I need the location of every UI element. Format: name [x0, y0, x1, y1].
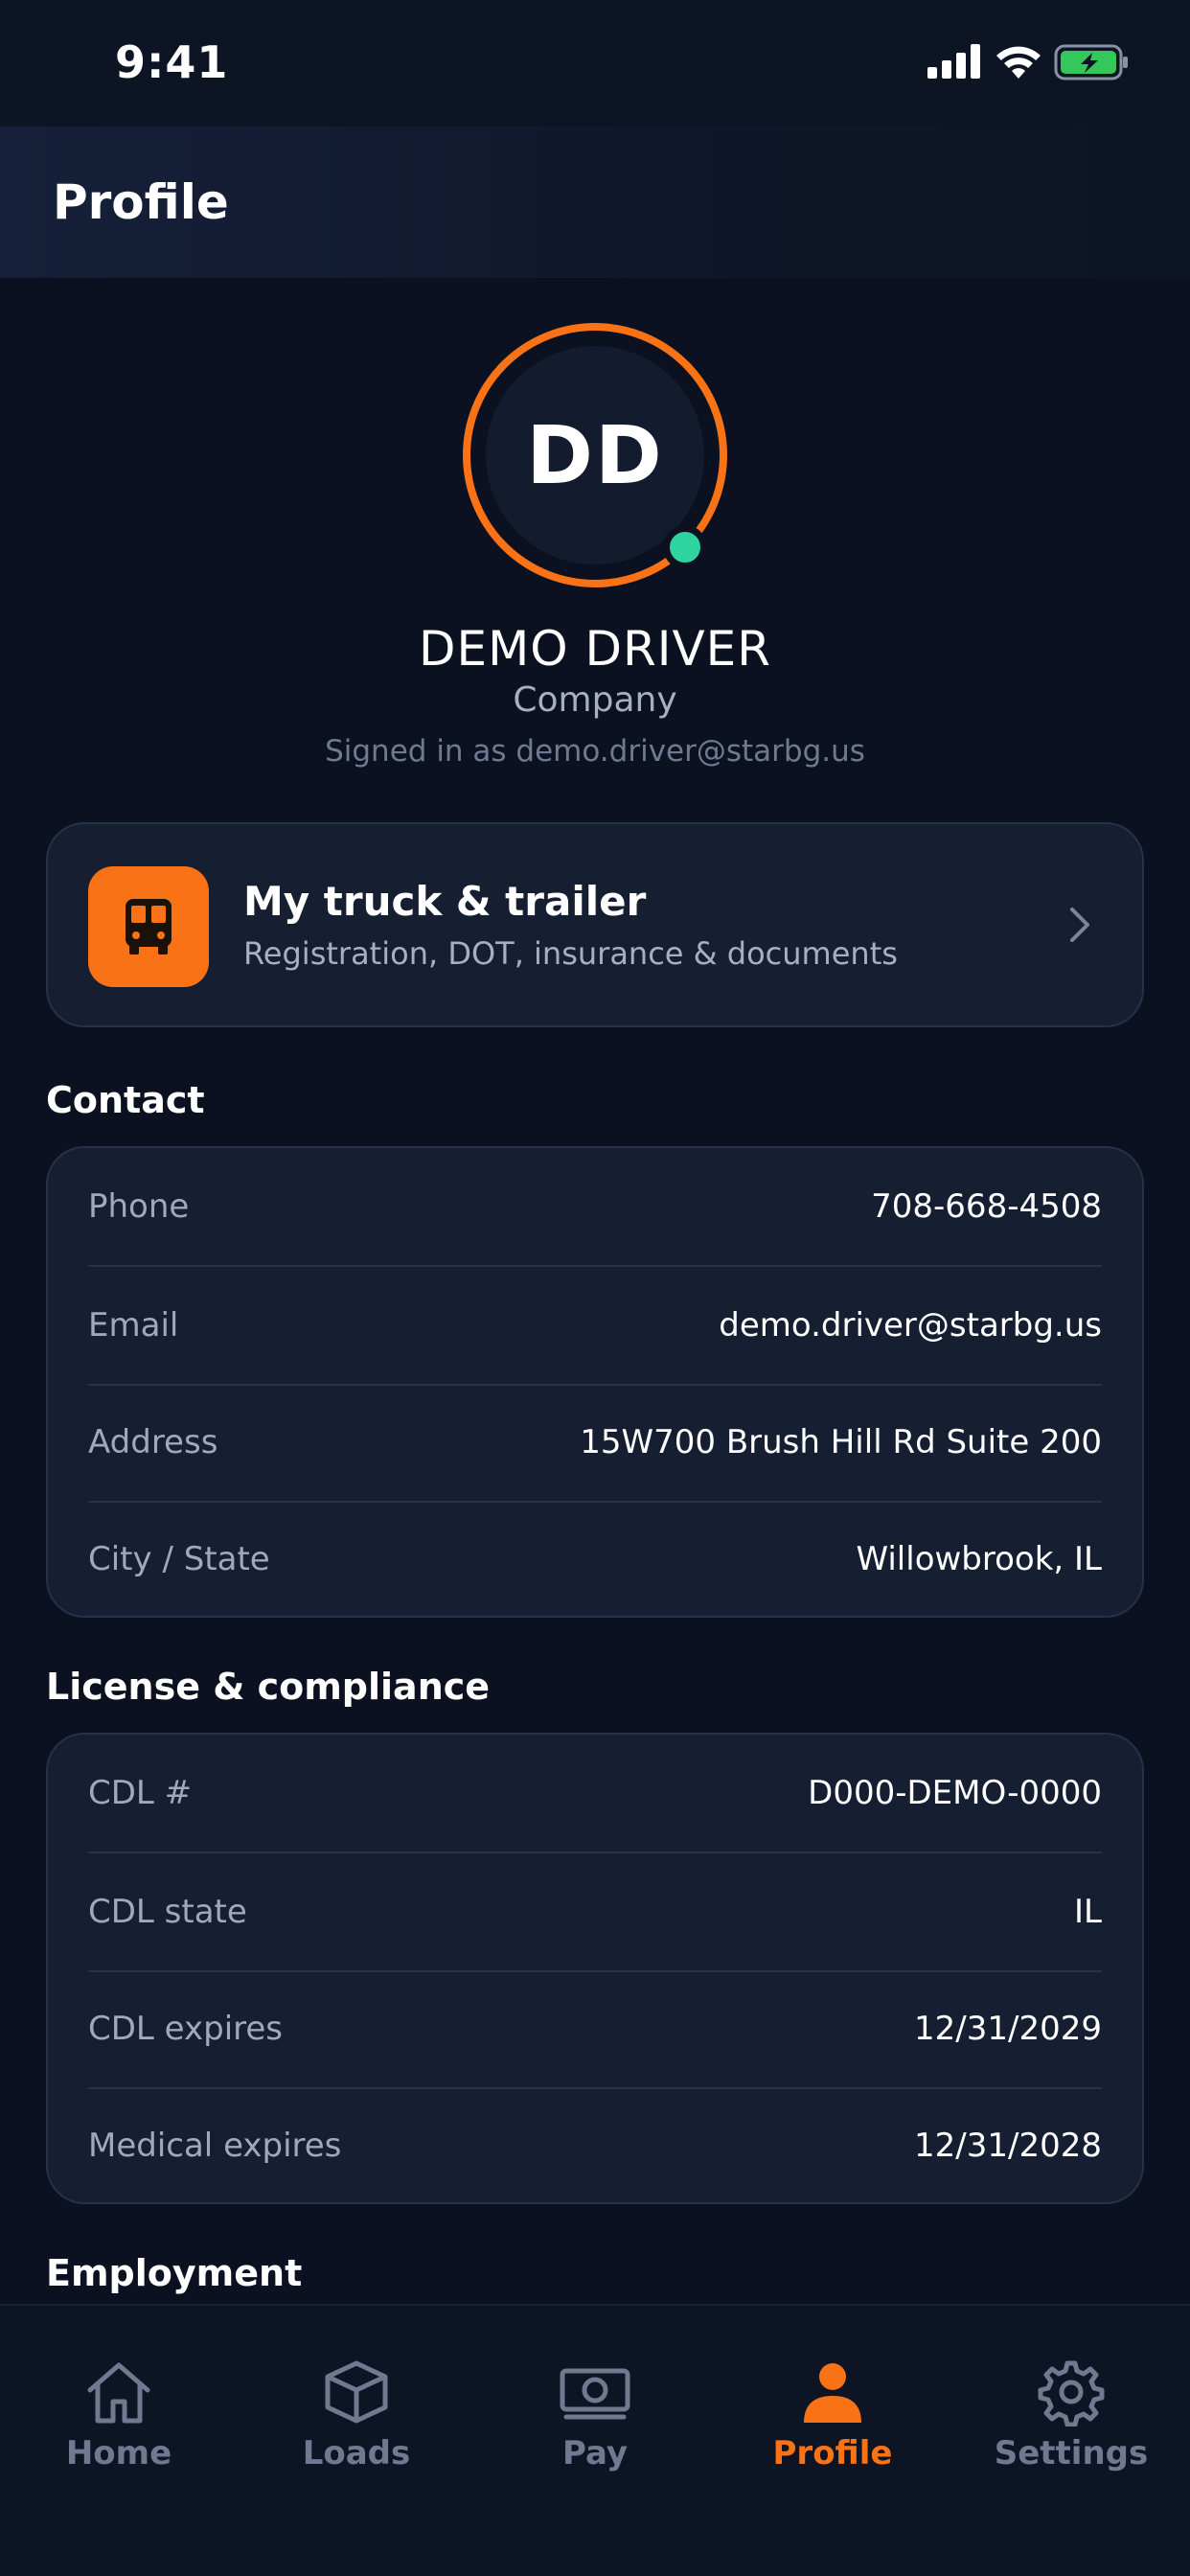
wifi-icon [996, 46, 1041, 79]
online-status-dot [663, 525, 707, 569]
row-label: CDL state [88, 1893, 247, 1931]
row-label: Email [88, 1306, 179, 1345]
box-icon [325, 2360, 388, 2424]
row-label: Phone [88, 1187, 190, 1226]
nav-label: Settings [994, 2434, 1149, 2472]
bottom-nav: Home Loads Pay Profile Settings [0, 2304, 1190, 2576]
status-time: 9:41 [115, 36, 229, 88]
license-row-medical-expires: Medical expires 12/31/2028 [88, 2087, 1102, 2204]
employment-section-title: Employment [46, 2252, 303, 2294]
cdl-expires-value: 12/31/2029 [914, 2010, 1102, 2048]
nav-label: Loads [302, 2434, 411, 2472]
license-section-title: License & compliance [46, 1666, 491, 1708]
contact-row-email[interactable]: Email demo.driver@starbg.us [88, 1267, 1102, 1384]
battery-charging-icon [1054, 44, 1128, 80]
license-row-cdl-state: CDL state IL [88, 1853, 1102, 1970]
nav-item-settings[interactable]: Settings [975, 2358, 1167, 2472]
contact-card: Phone 708-668-4508 Email demo.driver@sta… [46, 1146, 1144, 1618]
cdl-state-value: IL [1074, 1893, 1102, 1931]
truck-card-title: My truck & trailer [243, 878, 647, 925]
profile-role: Company [513, 680, 677, 720]
cash-icon [560, 2368, 630, 2420]
medical-expires-value: 12/31/2028 [914, 2127, 1102, 2165]
signed-in-text: Signed in as demo.driver@starbg.us [325, 734, 865, 769]
city-state-value: Willowbrook, IL [856, 1540, 1102, 1578]
contact-row-city-state: City / State Willowbrook, IL [88, 1501, 1102, 1618]
nav-item-home[interactable]: Home [23, 2358, 215, 2472]
row-label: City / State [88, 1540, 270, 1578]
nav-item-loads[interactable]: Loads [261, 2358, 452, 2472]
home-icon [87, 2362, 150, 2424]
truck-card-subtitle: Registration, DOT, insurance & documents [243, 935, 898, 972]
profile-name: DEMO DRIVER [418, 621, 771, 677]
phone-value[interactable]: 708-668-4508 [871, 1187, 1102, 1226]
contact-section-title: Contact [46, 1079, 205, 1121]
nav-label: Profile [772, 2434, 893, 2472]
header: Profile [0, 126, 1190, 278]
row-label: Address [88, 1423, 218, 1461]
contact-row-phone[interactable]: Phone 708-668-4508 [88, 1148, 1102, 1265]
nav-label: Pay [561, 2434, 629, 2472]
nav-label: Home [65, 2434, 172, 2472]
nav-item-profile[interactable]: Profile [737, 2358, 928, 2472]
row-label: CDL expires [88, 2010, 284, 2048]
contact-row-address: Address 15W700 Brush Hill Rd Suite 200 [88, 1384, 1102, 1501]
chevron-right-icon [1070, 908, 1089, 942]
gear-icon [1038, 2360, 1105, 2426]
person-icon [804, 2363, 861, 2423]
address-value: 15W700 Brush Hill Rd Suite 200 [580, 1423, 1102, 1461]
license-card: CDL # D000-DEMO-0000 CDL state IL CDL ex… [46, 1733, 1144, 2204]
truck-trailer-card[interactable]: My truck & trailer Registration, DOT, in… [46, 822, 1144, 1027]
license-row-cdl-expires: CDL expires 12/31/2029 [88, 1970, 1102, 2087]
row-label: Medical expires [88, 2127, 342, 2165]
cdl-number-value: D000-DEMO-0000 [808, 1774, 1102, 1812]
signal-icon [927, 44, 980, 79]
row-label: CDL # [88, 1774, 193, 1812]
page-title: Profile [53, 174, 229, 230]
bus-icon [88, 866, 209, 987]
status-bar: 9:41 [0, 0, 1190, 126]
email-value[interactable]: demo.driver@starbg.us [719, 1306, 1102, 1345]
nav-item-pay[interactable]: Pay [499, 2358, 691, 2472]
license-row-cdl-number: CDL # D000-DEMO-0000 [88, 1735, 1102, 1852]
